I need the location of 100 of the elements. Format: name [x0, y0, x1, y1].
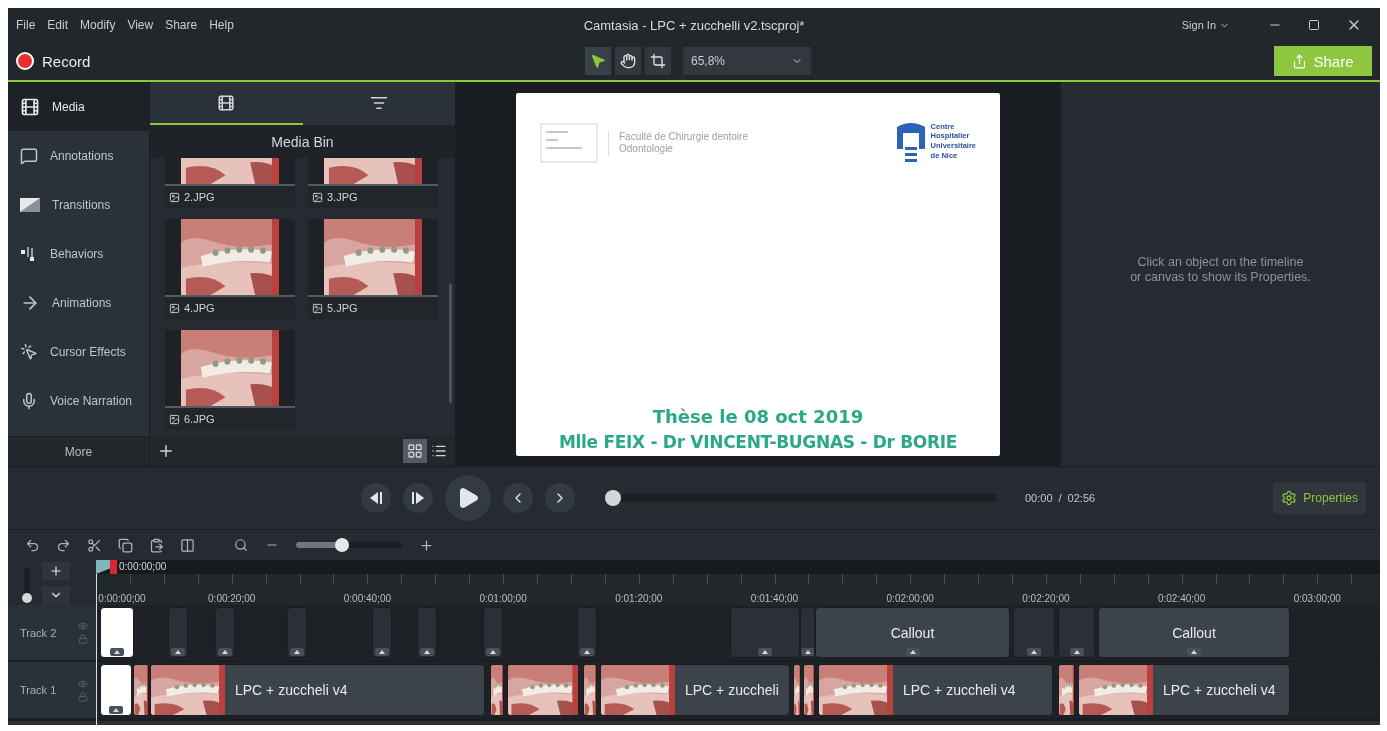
menu-item[interactable]: Edit: [47, 18, 69, 32]
speech-bubble-icon: [20, 146, 38, 165]
menu-item[interactable]: Help: [209, 18, 234, 32]
marker-clip[interactable]: [1013, 607, 1055, 658]
media-thumbnail[interactable]: [165, 330, 295, 408]
media-thumbnail[interactable]: [308, 219, 438, 297]
video-clip[interactable]: LPC + zuccheli v4: [818, 664, 1053, 716]
record-icon: [16, 52, 34, 70]
playhead-time: 0:00:00;00: [119, 561, 167, 572]
menu-item[interactable]: View: [127, 18, 154, 32]
slide-authors: Mlle FEIX - Dr VINCENT-BUGNAS - Dr BORIE: [557, 432, 959, 452]
image-clip[interactable]: [793, 664, 801, 716]
video-clip[interactable]: LPC + zuccheli: [600, 664, 790, 716]
marker-clip[interactable]: [483, 607, 503, 658]
video-clip[interactable]: LPC + zuccheli v4: [1078, 664, 1290, 716]
sidebar-item[interactable]: Cursor Effects: [8, 327, 149, 376]
transition-icon: [20, 197, 40, 212]
zoom-thumb[interactable]: [334, 538, 349, 552]
step-back-icon: [369, 492, 383, 504]
image-clip[interactable]: [1058, 664, 1075, 716]
sign-in-link[interactable]: Sign In: [1181, 19, 1230, 31]
current-time: 00:00: [1025, 492, 1053, 504]
zoom-dropdown[interactable]: 65,8%: [683, 47, 811, 75]
marker-clip[interactable]: [730, 607, 800, 658]
play-button[interactable]: [445, 475, 491, 521]
image-clip[interactable]: [507, 664, 579, 716]
more-button[interactable]: More: [8, 436, 149, 466]
sidebar-item[interactable]: Annotations: [8, 131, 149, 180]
marker-clip[interactable]: [800, 607, 815, 658]
settings-icon: [1281, 490, 1298, 506]
marker-clip[interactable]: [287, 607, 307, 658]
previous-button[interactable]: [503, 483, 533, 513]
marker-clip[interactable]: [577, 607, 597, 658]
marker-clip[interactable]: [372, 607, 392, 658]
panel-tab[interactable]: [150, 82, 303, 125]
marker-clip[interactable]: [417, 607, 437, 658]
crop-icon: [650, 53, 666, 69]
scissors-icon: [86, 537, 102, 553]
paste-icon: [148, 537, 164, 553]
sidebar-item[interactable]: Transitions: [8, 180, 149, 229]
image-clip[interactable]: [133, 664, 149, 716]
ruler-label: 0:03:00;00: [1293, 593, 1341, 604]
progress-thumb[interactable]: [605, 490, 621, 506]
expand-button[interactable]: [42, 585, 70, 604]
marker-clip[interactable]: [1058, 607, 1095, 658]
record-button[interactable]: Record: [16, 52, 91, 70]
add-track-button[interactable]: [42, 561, 70, 580]
window-title: Camtasia - LPC + zucchelli v2.tscproj*: [583, 17, 805, 33]
search-icon: [234, 538, 248, 552]
media-label: 5.JPG: [308, 297, 438, 319]
copy-icon: [117, 537, 133, 553]
ruler-label: 0:00:20;00: [208, 593, 256, 604]
media-thumbnail[interactable]: [165, 219, 295, 297]
step-forward-button[interactable]: [403, 483, 433, 513]
grid-icon: [407, 443, 423, 459]
plus-icon: [157, 442, 175, 460]
tool-button[interactable]: [615, 47, 641, 75]
image-icon: [312, 191, 323, 203]
title-clip[interactable]: [100, 664, 132, 716]
step-forward-icon: [411, 492, 425, 504]
marker-clip[interactable]: [168, 607, 188, 658]
panel-title: Media Bin: [150, 125, 455, 158]
video-clip[interactable]: LPC + zuccheli v4: [150, 664, 485, 716]
image-clip[interactable]: [803, 664, 815, 716]
hand-icon: [620, 53, 636, 69]
menu-item[interactable]: Modify: [80, 18, 116, 32]
track-name: Track 2: [20, 626, 57, 639]
scrollbar[interactable]: [449, 283, 452, 403]
sidebar-item[interactable]: Voice Narration: [8, 376, 149, 425]
callout-clip[interactable]: Callout: [1098, 607, 1290, 658]
ruler-label: 0:01:40;00: [750, 593, 799, 604]
sidebar-item[interactable]: Animations: [8, 278, 149, 327]
image-clip[interactable]: [490, 664, 504, 716]
marker-clip[interactable]: [215, 607, 235, 658]
media-label: 6.JPG: [165, 408, 295, 430]
tool-button[interactable]: [585, 47, 611, 75]
film-icon: [20, 96, 40, 117]
next-button[interactable]: [545, 483, 575, 513]
title-clip[interactable]: [100, 607, 134, 658]
menu-item[interactable]: File: [16, 18, 36, 32]
image-icon: [169, 302, 180, 314]
callout-clip[interactable]: Callout: [815, 607, 1010, 658]
triangle-icon[interactable]: [801, 648, 814, 656]
restore-icon[interactable]: [1308, 19, 1320, 31]
ruler-label: 0:01:20;00: [615, 593, 663, 604]
cursor-icon: [20, 342, 38, 361]
sidebar-item[interactable]: Media: [8, 82, 149, 131]
tool-button[interactable]: [645, 47, 671, 75]
film-icon: [217, 93, 236, 112]
redo-icon: [55, 537, 71, 553]
pointer-icon: [590, 53, 606, 69]
step-back-button[interactable]: [361, 483, 391, 513]
split-icon: [179, 537, 195, 553]
properties-button[interactable]: Properties: [1273, 482, 1366, 514]
undo-icon: [24, 537, 40, 553]
sidebar-item[interactable]: Behaviors: [8, 229, 149, 278]
view-button[interactable]: [403, 439, 427, 463]
image-clip[interactable]: [583, 664, 597, 716]
ruler-label: 0:01:00;00: [479, 593, 527, 604]
menu-item[interactable]: Share: [165, 18, 198, 32]
